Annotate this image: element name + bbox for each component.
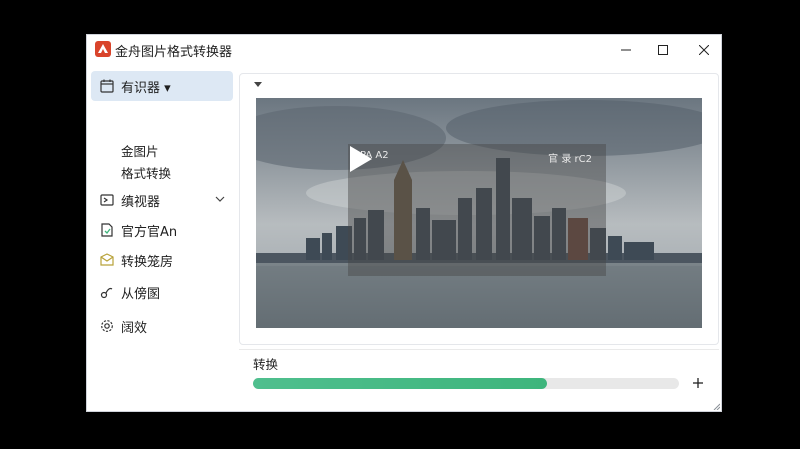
sidebar-item-label: 缜视器	[121, 194, 161, 210]
close-icon	[699, 45, 709, 55]
chevron-down-icon[interactable]	[215, 193, 225, 208]
gear-icon	[99, 318, 115, 334]
minimize-icon	[621, 49, 631, 51]
link-icon	[99, 284, 115, 300]
window-title: 金舟图片格式转换器	[115, 45, 233, 60]
preview-panel: PA A2 官 录 rC2	[239, 73, 719, 345]
add-button[interactable]	[689, 374, 707, 392]
sidebar-item-official[interactable]: 官方官An	[91, 215, 233, 245]
document-icon	[99, 222, 115, 238]
calendar-icon	[99, 78, 115, 94]
sidebar-item-label: 有识器 ▾	[121, 80, 171, 96]
sidebar-item-convert-room[interactable]: 转换笼房	[91, 245, 233, 275]
app-window: 金舟图片格式转换器 有识器 ▾ 金图片 格式转换 缜视器 官方官An 转换笼房 …	[86, 34, 722, 412]
sidebar-subitem-format-convert[interactable]: 格式转换	[121, 163, 171, 182]
maximize-icon	[658, 45, 668, 55]
convert-label: 转换	[253, 357, 279, 372]
maximize-button[interactable]	[648, 39, 678, 61]
resize-grip-icon[interactable]	[712, 402, 720, 410]
sidebar-item-viewer[interactable]: 有识器 ▾	[91, 71, 233, 101]
title-bar: 金舟图片格式转换器	[87, 35, 721, 65]
sidebar-item-video[interactable]: 缜视器	[91, 185, 233, 215]
plus-icon	[693, 378, 703, 388]
progress-bar	[253, 378, 679, 389]
sidebar-item-label: 官方官An	[121, 224, 178, 240]
overlay-right-label: 官 录 rC2	[548, 154, 592, 165]
sidebar: 有识器 ▾ 金图片 格式转换 缜视器 官方官An 转换笼房 从傍圂 阔效	[91, 69, 235, 409]
play-icon[interactable]	[348, 144, 374, 174]
dropdown-toggle[interactable]	[254, 82, 262, 87]
app-logo-icon	[95, 41, 111, 57]
sidebar-item-label: 阔效	[121, 320, 148, 336]
close-button[interactable]	[689, 39, 719, 61]
image-preview[interactable]: PA A2 官 录 rC2	[256, 98, 702, 328]
sidebar-item-label: 从傍圂	[121, 286, 161, 302]
sidebar-item-link[interactable]: 从傍圂	[91, 277, 233, 307]
preview-overlay: PA A2 官 录 rC2	[348, 144, 606, 276]
sidebar-item-label: 转换笼房	[121, 254, 174, 270]
minimize-button[interactable]	[611, 39, 641, 61]
convert-panel: 转换	[239, 349, 719, 403]
sidebar-item-settings[interactable]: 阔效	[91, 311, 233, 341]
progress-fill	[253, 378, 547, 389]
sidebar-subitem-image[interactable]: 金图片	[121, 141, 159, 160]
envelope-icon	[99, 252, 115, 268]
video-icon	[99, 192, 115, 208]
